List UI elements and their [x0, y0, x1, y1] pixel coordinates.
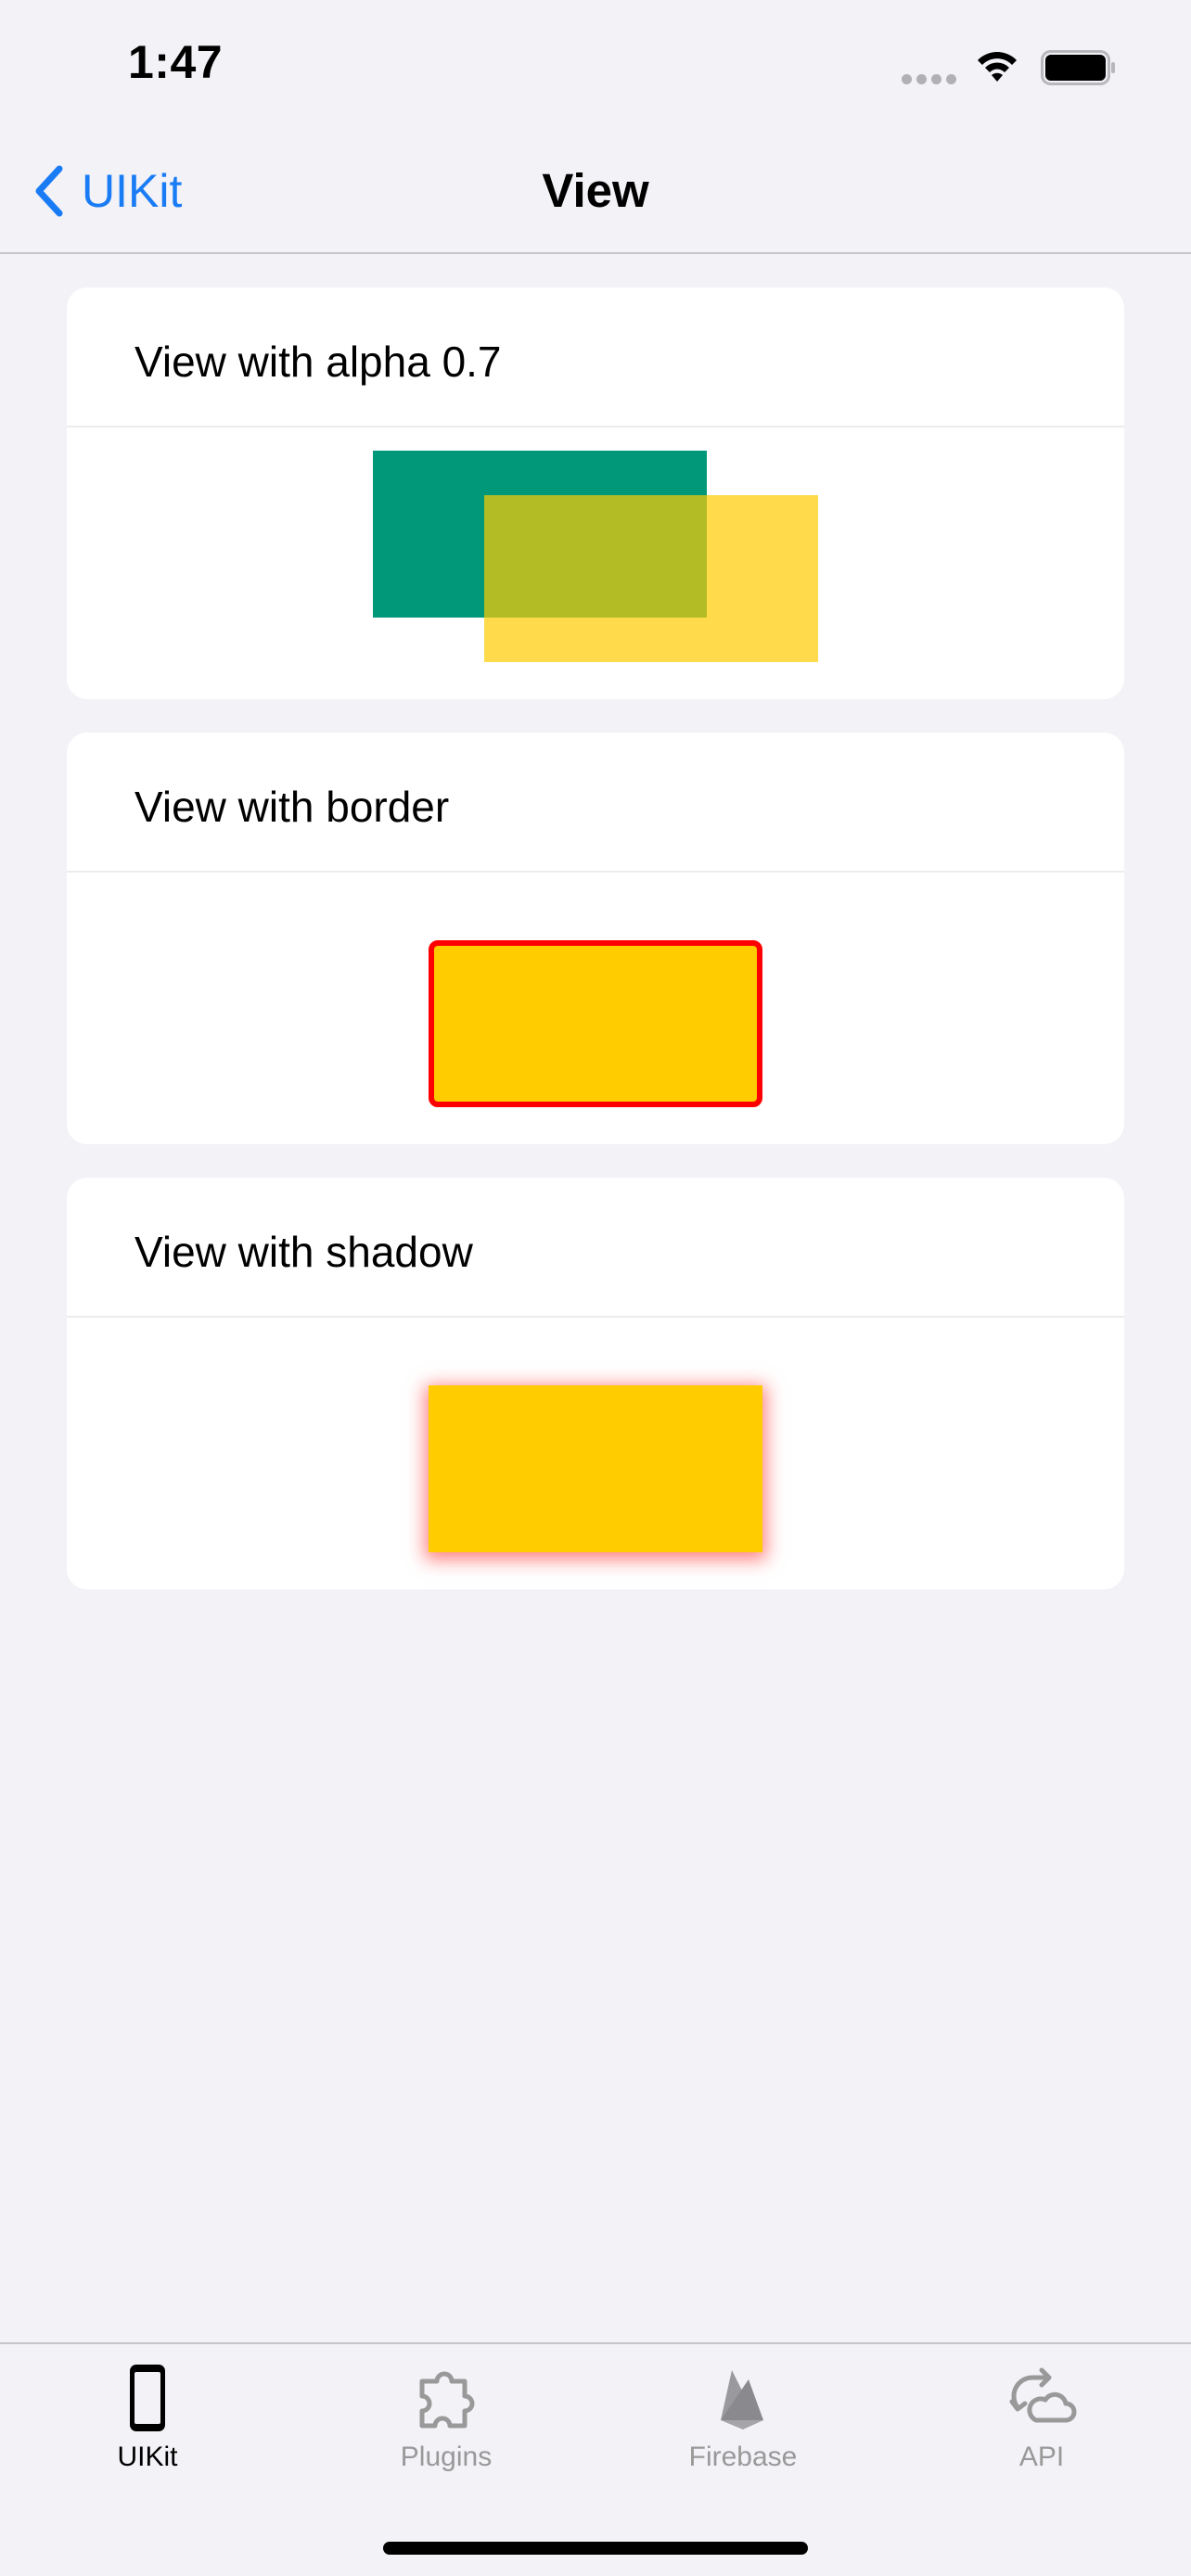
cellular-signal-icon [902, 74, 956, 84]
card-title: View with shadow [134, 1228, 473, 1276]
yellow-alpha-view [484, 495, 818, 662]
tab-label: UIKit [117, 2442, 178, 2472]
shadowed-view [429, 1385, 762, 1552]
divider [67, 1316, 1124, 1318]
tab-uikit[interactable]: UIKit [55, 2361, 240, 2474]
tab-firebase[interactable]: Firebase [650, 2361, 836, 2474]
tab-label: Plugins [400, 2442, 493, 2472]
home-indicator [383, 2542, 808, 2555]
status-bar: 1:47 [0, 0, 1191, 130]
card-title: View with border [134, 783, 450, 831]
cloud-sync-icon [1009, 2367, 1077, 2423]
firebase-icon [721, 2370, 763, 2429]
tab-plugins[interactable]: Plugins [353, 2361, 539, 2474]
divider [67, 871, 1124, 873]
bordered-view [429, 940, 762, 1107]
navigation-bar: UIKit View [0, 130, 1191, 254]
page-title: View [542, 164, 649, 217]
phone-icon [130, 2365, 165, 2431]
tab-label: Firebase [688, 2442, 798, 2472]
card-title: View with alpha 0.7 [134, 338, 502, 386]
card-view-alpha: View with alpha 0.7 [67, 287, 1124, 699]
card-view-shadow: View with shadow [67, 1178, 1124, 1589]
tab-api[interactable]: API [949, 2361, 1134, 2474]
status-time: 1:47 [128, 36, 224, 88]
divider [67, 426, 1124, 427]
card-view-border: View with border [67, 733, 1124, 1144]
battery-icon [1041, 50, 1115, 85]
puzzle-icon [419, 2371, 475, 2429]
wifi-icon [978, 52, 1017, 82]
tab-label: API [1018, 2442, 1065, 2472]
